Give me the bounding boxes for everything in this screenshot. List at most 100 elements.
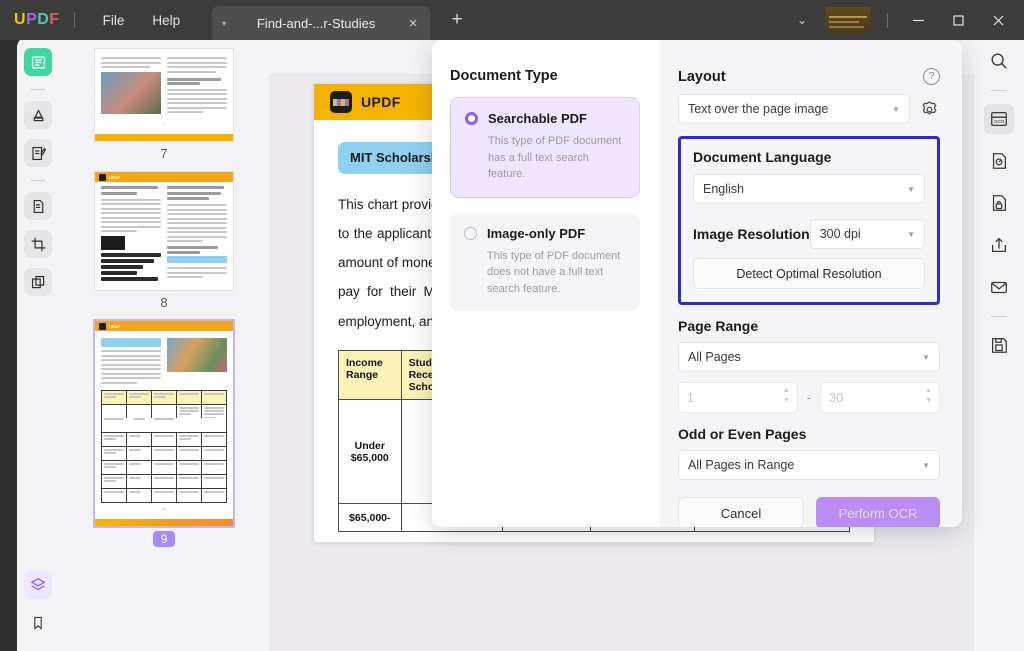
option-header: Searchable PDF xyxy=(465,111,625,126)
rail-divider xyxy=(31,89,45,90)
highlighted-settings-box: Document Language English ▼ Image Resolu… xyxy=(678,136,940,305)
question-mark-icon[interactable]: ? xyxy=(923,68,940,85)
mini-table xyxy=(101,390,227,503)
option-image-only-pdf[interactable]: Image-only PDF This type of PDF document… xyxy=(450,213,640,312)
window-controls: ⌄ xyxy=(785,0,1024,40)
chevron-down-icon[interactable]: ⌄ xyxy=(785,13,819,27)
option-searchable-pdf[interactable]: Searchable PDF This type of PDF document… xyxy=(450,97,640,198)
chevron-down-icon[interactable]: ▾ xyxy=(222,19,226,28)
share-icon[interactable] xyxy=(984,230,1014,260)
updf-wordmark: UPDF xyxy=(109,175,120,180)
page-footer-band xyxy=(95,134,233,141)
updf-mark xyxy=(99,174,106,181)
odd-even-value: All Pages in Range xyxy=(688,458,922,472)
email-icon[interactable] xyxy=(984,272,1014,302)
application-window: UPDF File Help ▾ Find-and-...r-Studies ×… xyxy=(0,0,1024,651)
tab-strip: ▾ Find-and-...r-Studies × + xyxy=(212,0,468,40)
reader-tool[interactable] xyxy=(24,48,52,76)
comment-highlight-tool[interactable] xyxy=(24,101,52,129)
protect-icon[interactable] xyxy=(984,188,1014,218)
document-tab[interactable]: ▾ Find-and-...r-Studies × xyxy=(212,6,430,40)
gear-icon[interactable] xyxy=(919,99,940,120)
thumbnail-image xyxy=(101,72,161,114)
new-tab-button[interactable]: + xyxy=(446,9,468,31)
chevron-down-icon: ▼ xyxy=(922,461,930,470)
cancel-button[interactable]: Cancel xyxy=(678,497,804,527)
radio-button[interactable] xyxy=(464,227,477,240)
detect-optimal-resolution-button[interactable]: Detect Optimal Resolution xyxy=(693,258,925,289)
logo-letter-f: F xyxy=(49,11,59,29)
right-toolbar: OCR xyxy=(974,36,1024,651)
option-title: Image-only PDF xyxy=(487,226,585,241)
dialog-left-pane: Document Type Searchable PDF This type o… xyxy=(432,40,660,527)
layers-tool[interactable] xyxy=(24,571,52,599)
document-language-select[interactable]: English ▼ xyxy=(693,174,925,204)
cell-income-range: $65,000- xyxy=(339,504,402,532)
image-resolution-value: 300 dpi xyxy=(820,227,907,241)
promo-banner[interactable] xyxy=(825,7,871,34)
page-header-band: UPDF xyxy=(95,321,233,331)
menu-help[interactable]: Help xyxy=(138,8,194,33)
page-range-section: Page Range All Pages ▼ 1 ▲▼ - 30 ▲▼ xyxy=(678,318,940,413)
thumbnail-page-7[interactable]: 7 xyxy=(94,48,234,142)
image-resolution-select[interactable]: 300 dpi ▼ xyxy=(810,219,925,249)
cell-income-range: Under $65,000 xyxy=(339,399,402,503)
rail-divider xyxy=(991,316,1007,317)
save-icon[interactable] xyxy=(984,330,1014,360)
search-icon[interactable] xyxy=(984,46,1014,76)
thumbnail-page-9[interactable]: UPDF xyxy=(94,320,234,527)
chevron-down-icon: ▼ xyxy=(907,230,915,239)
left-toolbar xyxy=(17,36,59,651)
thumbnail-number-9: 9 xyxy=(153,531,176,547)
thumbnail-panel[interactable]: 7 7 UPDF xyxy=(59,36,269,651)
menu-file[interactable]: File xyxy=(89,8,139,33)
close-icon[interactable]: × xyxy=(404,15,422,32)
option-description: This type of PDF document does not have … xyxy=(487,248,626,298)
page-header-band: UPDF xyxy=(95,172,233,182)
thumbnail-number-7: 7 xyxy=(160,146,167,161)
odd-even-section: Odd or Even Pages All Pages in Range ▼ xyxy=(678,426,940,480)
layout-field-row: Text over the page image ▼ xyxy=(678,94,940,124)
convert-pdf-tool[interactable] xyxy=(24,192,52,220)
updf-wordmark: UPDF xyxy=(109,324,120,329)
radio-button-selected[interactable] xyxy=(465,112,478,125)
page-footer-band xyxy=(95,519,233,526)
layout-select[interactable]: Text over the page image ▼ xyxy=(678,94,910,124)
crop-page-tool[interactable] xyxy=(24,230,52,258)
page-range-from-input[interactable]: 1 ▲▼ xyxy=(678,382,798,413)
page-range-to-input[interactable]: 30 ▲▼ xyxy=(820,382,940,413)
thumbnail-page-8[interactable]: UPDF xyxy=(94,171,234,291)
option-description: This type of PDF document has a full tex… xyxy=(488,133,625,183)
close-icon[interactable] xyxy=(978,0,1018,40)
page-range-inputs: 1 ▲▼ - 30 ▲▼ xyxy=(678,382,940,413)
odd-even-heading: Odd or Even Pages xyxy=(678,426,940,442)
perform-ocr-button[interactable]: Perform OCR xyxy=(816,497,940,527)
layout-value: Text over the page image xyxy=(688,102,892,116)
chevron-down-icon: ▼ xyxy=(907,185,915,194)
edit-pdf-tool[interactable] xyxy=(24,139,52,167)
tab-title: Find-and-...r-Studies xyxy=(240,16,392,31)
document-type-heading: Document Type xyxy=(450,68,640,84)
minimize-icon[interactable] xyxy=(898,0,938,40)
page-range-select[interactable]: All Pages ▼ xyxy=(678,342,940,372)
stepper-arrows[interactable]: ▲▼ xyxy=(783,388,790,404)
maximize-icon[interactable] xyxy=(938,0,978,40)
document-language-value: English xyxy=(703,182,907,196)
updf-mark-icon xyxy=(330,91,352,113)
bookmark-tool[interactable] xyxy=(24,609,52,637)
updf-mark xyxy=(99,323,106,330)
chevron-down-icon: ▼ xyxy=(922,353,930,362)
odd-even-select[interactable]: All Pages in Range ▼ xyxy=(678,450,940,480)
option-title: Searchable PDF xyxy=(488,111,587,126)
thumbnail-number-8: 8 xyxy=(160,295,167,310)
logo-letter-d: D xyxy=(37,11,49,29)
thumbnail-image xyxy=(167,338,227,372)
organize-pages-tool[interactable] xyxy=(24,268,52,296)
ocr-icon[interactable]: OCR xyxy=(984,104,1014,134)
stepper-arrows[interactable]: ▲▼ xyxy=(925,388,932,404)
logo-letter-u: U xyxy=(14,11,26,29)
mini-page-number: 17 xyxy=(101,507,227,512)
window-divider xyxy=(887,13,888,28)
compress-icon[interactable] xyxy=(984,146,1014,176)
title-divider xyxy=(74,12,75,28)
